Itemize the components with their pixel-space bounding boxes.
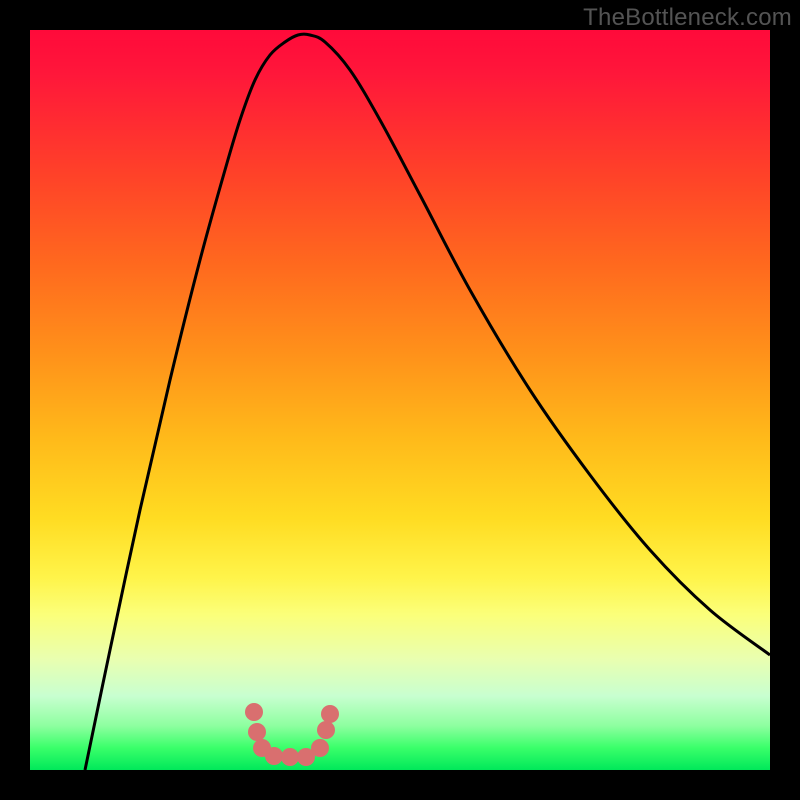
marker-dot: [321, 705, 339, 723]
marker-dot: [311, 739, 329, 757]
chart-svg: [30, 30, 770, 770]
bottom-marker: [245, 703, 339, 766]
marker-dot: [265, 747, 283, 765]
watermark-label: TheBottleneck.com: [583, 4, 792, 32]
marker-dot: [317, 721, 335, 739]
chart-frame: TheBottleneck.com: [0, 0, 800, 800]
marker-dot: [281, 748, 299, 766]
bottleneck-curve: [85, 34, 770, 770]
marker-dot: [248, 723, 266, 741]
marker-dot: [245, 703, 263, 721]
chart-plot-area: [30, 30, 770, 770]
